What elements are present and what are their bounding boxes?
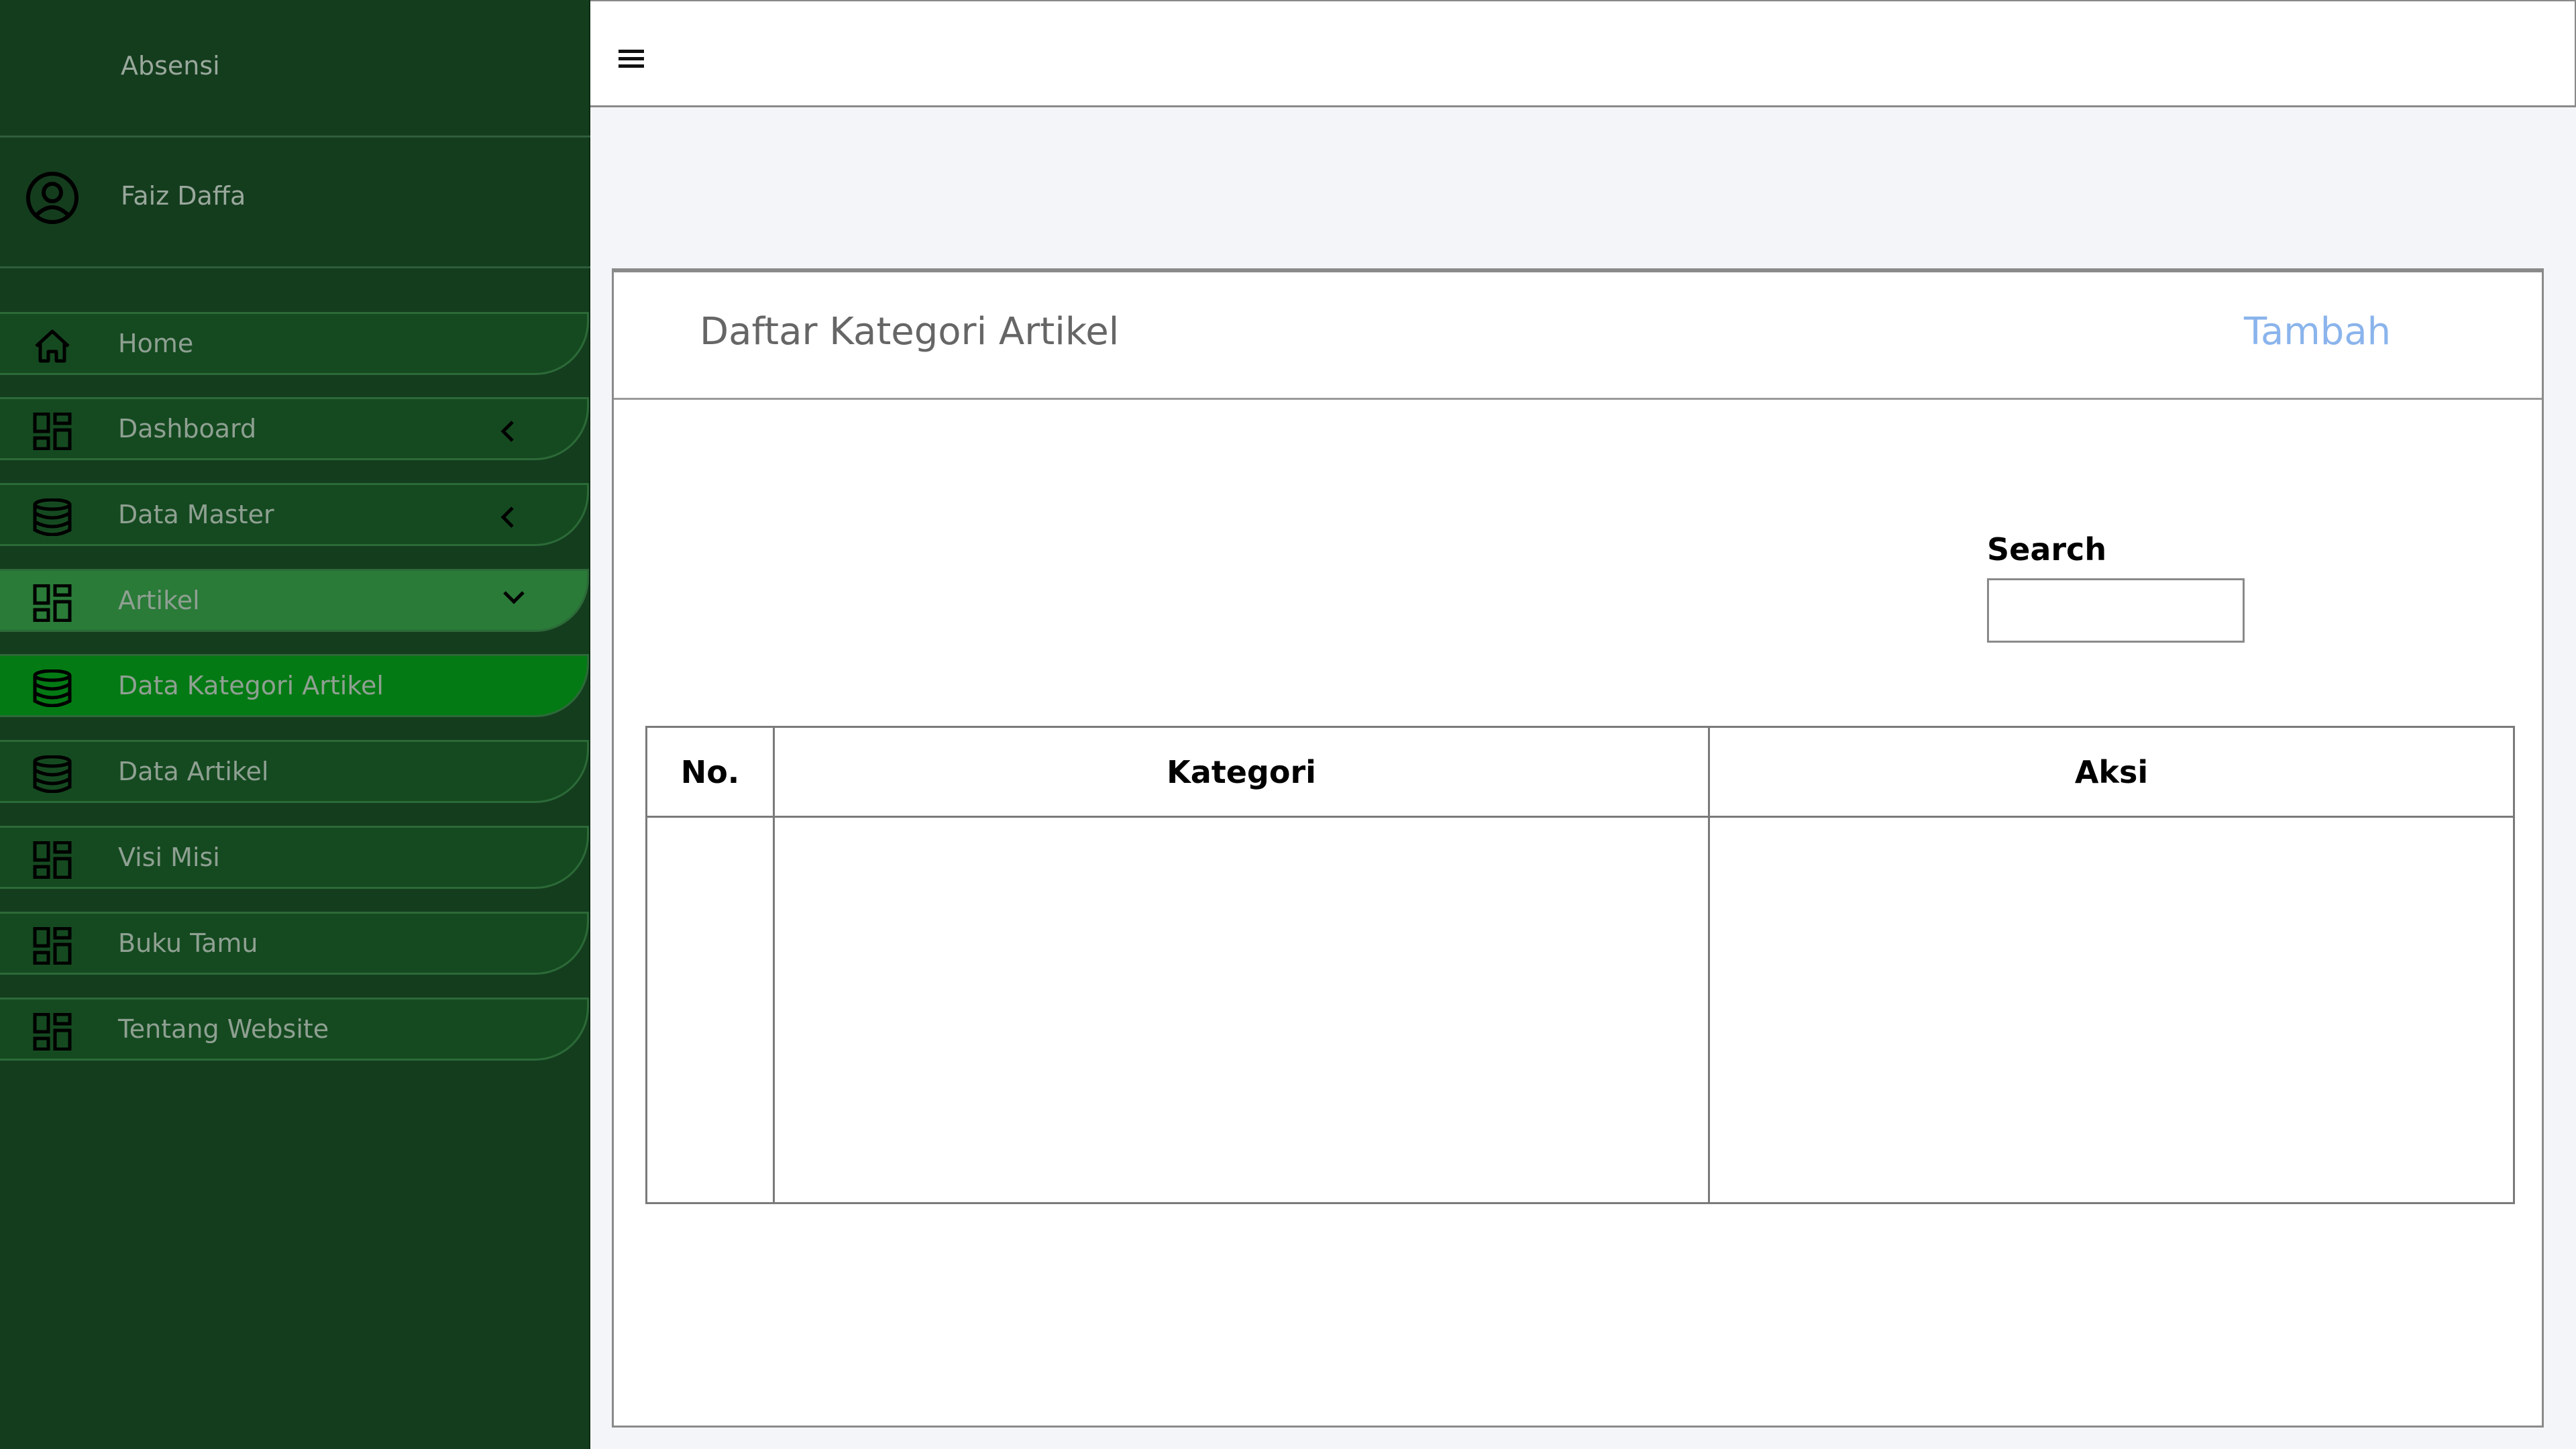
page-title: Daftar Kategori Artikel: [700, 310, 1120, 354]
home-icon: [35, 329, 70, 363]
sidebar-item-artikel[interactable]: Artikel: [0, 569, 589, 632]
column-header-kategori: Kategori: [773, 726, 1710, 818]
dashboard-icon: [33, 584, 72, 622]
dashboard-icon: [33, 413, 72, 450]
user-name: Faiz Daffa: [121, 181, 246, 211]
sidebar-item-label: Data Master: [118, 500, 274, 529]
sidebar-item-data-artikel[interactable]: Data Artikel: [0, 740, 589, 803]
user-panel: Faiz Daffa: [0, 138, 590, 268]
sidebar-item-label: Artikel: [118, 586, 200, 615]
sidebar: Absensi Faiz Daffa Home Dashboard Data M…: [0, 0, 590, 1449]
table-row: [645, 816, 2515, 1204]
brand-title: Absensi: [121, 51, 220, 80]
sidebar-item-data-kategori-artikel[interactable]: Data Kategori Artikel: [0, 654, 589, 717]
sidebar-brand: Absensi: [0, 0, 590, 138]
dashboard-icon: [33, 1013, 72, 1051]
dashboard-icon: [33, 841, 72, 879]
sidebar-item-buku-tamu[interactable]: Buku Tamu: [0, 912, 589, 975]
dashboard-icon: [33, 927, 72, 965]
sidebar-item-label: Buku Tamu: [118, 928, 258, 958]
sidebar-item-label: Tentang Website: [118, 1014, 329, 1044]
sidebar-item-label: Visi Misi: [118, 843, 220, 872]
chevron-left-icon: [500, 421, 514, 442]
sidebar-item-data-master[interactable]: Data Master: [0, 483, 589, 546]
chevron-down-icon: [503, 591, 525, 604]
category-card: Daftar Kategori Artikel Tambah Search No…: [612, 268, 2544, 1428]
sidebar-item-tentang-website[interactable]: Tentang Website: [0, 998, 589, 1061]
table-cell-aksi: [1708, 816, 2515, 1204]
sidebar-item-label: Home: [118, 329, 194, 358]
add-button[interactable]: Tambah: [2244, 310, 2391, 354]
user-avatar-icon: [26, 172, 78, 224]
topbar: [590, 0, 2576, 107]
search-label: Search: [1987, 531, 2107, 568]
sidebar-item-label: Data Kategori Artikel: [118, 671, 384, 700]
sidebar-item-label: Data Artikel: [118, 757, 269, 786]
card-header: Daftar Kategori Artikel Tambah: [614, 272, 2542, 400]
table-cell-kategori: [773, 816, 1710, 1204]
chevron-left-icon: [500, 506, 514, 528]
category-table: No. Kategori Aksi: [645, 726, 2515, 1204]
column-header-aksi: Aksi: [1708, 726, 2515, 818]
search-input[interactable]: [1987, 578, 2245, 643]
sidebar-item-visi-misi[interactable]: Visi Misi: [0, 826, 589, 889]
sidebar-item-home[interactable]: Home: [0, 312, 589, 375]
column-header-no: No.: [645, 726, 775, 818]
sidebar-item-label: Dashboard: [118, 414, 257, 443]
hamburger-icon[interactable]: [619, 50, 644, 71]
table-cell-no: [645, 816, 775, 1204]
database-icon: [33, 755, 72, 793]
database-icon: [33, 669, 72, 707]
database-icon: [33, 498, 72, 536]
sidebar-item-dashboard[interactable]: Dashboard: [0, 397, 589, 460]
table-header-row: No. Kategori Aksi: [645, 726, 2515, 818]
